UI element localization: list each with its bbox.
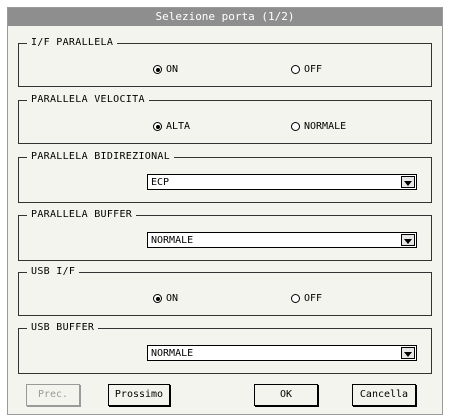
group-label-parallela-bidirezional: PARALLELA BIDIREZIONAL <box>27 151 175 163</box>
radio-usb-if-on[interactable]: ON <box>153 293 178 304</box>
select-usb-buffer[interactable]: NORMALE <box>147 345 417 361</box>
chevron-down-icon[interactable] <box>401 234 415 246</box>
radio-label: ALTA <box>166 121 191 132</box>
group-usb-if: USB I/F ON OFF <box>18 266 432 316</box>
radio-checked-icon <box>153 65 162 74</box>
prev-button[interactable]: Prec. <box>26 384 80 406</box>
group-usb-buffer: USB BUFFER NORMALE <box>18 322 432 374</box>
radio-checked-icon <box>153 122 162 131</box>
select-value: NORMALE <box>151 347 194 359</box>
port-selection-dialog: Selezione porta (1/2) I/F PARALLELA ON O… <box>7 7 443 415</box>
group-parallela-bidirezional: PARALLELA BIDIREZIONAL ECP <box>18 151 432 203</box>
select-value: ECP <box>151 176 170 188</box>
radio-checked-icon <box>153 294 162 303</box>
select-parallela-buffer[interactable]: NORMALE <box>147 232 417 248</box>
radio-velocita-normale[interactable]: NORMALE <box>291 121 346 132</box>
radio-label: OFF <box>304 293 323 304</box>
chevron-down-icon[interactable] <box>401 176 415 188</box>
radio-label: NORMALE <box>304 121 347 132</box>
radio-label: OFF <box>304 64 323 75</box>
radio-velocita-alta[interactable]: ALTA <box>153 121 190 132</box>
chevron-down-icon[interactable] <box>401 347 415 359</box>
select-bidirezional[interactable]: ECP <box>147 174 417 190</box>
ok-button[interactable]: OK <box>254 384 318 406</box>
group-label-usb-buffer: USB BUFFER <box>27 322 99 334</box>
group-label-usb-if: USB I/F <box>27 266 80 278</box>
radio-unchecked-icon <box>291 122 300 131</box>
radio-if-parallela-off[interactable]: OFF <box>291 64 322 75</box>
radio-if-parallela-on[interactable]: ON <box>153 64 178 75</box>
select-value: NORMALE <box>151 234 194 246</box>
group-label-parallela-buffer: PARALLELA BUFFER <box>27 209 137 221</box>
radio-unchecked-icon <box>291 294 300 303</box>
group-parallela-velocita: PARALLELA VELOCITA ALTA NORMALE <box>18 94 432 144</box>
next-button[interactable]: Prossimo <box>108 384 170 406</box>
group-label-parallela-velocita: PARALLELA VELOCITA <box>27 94 149 106</box>
radio-label: ON <box>166 64 179 75</box>
group-label-if-parallela: I/F PARALLELA <box>27 37 118 49</box>
dialog-title: Selezione porta (1/2) <box>8 8 442 26</box>
cancel-button[interactable]: Cancella <box>352 384 416 406</box>
radio-usb-if-off[interactable]: OFF <box>291 293 322 304</box>
radio-unchecked-icon <box>291 65 300 74</box>
group-if-parallela: I/F PARALLELA ON OFF <box>18 37 432 87</box>
radio-label: ON <box>166 293 179 304</box>
group-parallela-buffer: PARALLELA BUFFER NORMALE <box>18 209 432 261</box>
